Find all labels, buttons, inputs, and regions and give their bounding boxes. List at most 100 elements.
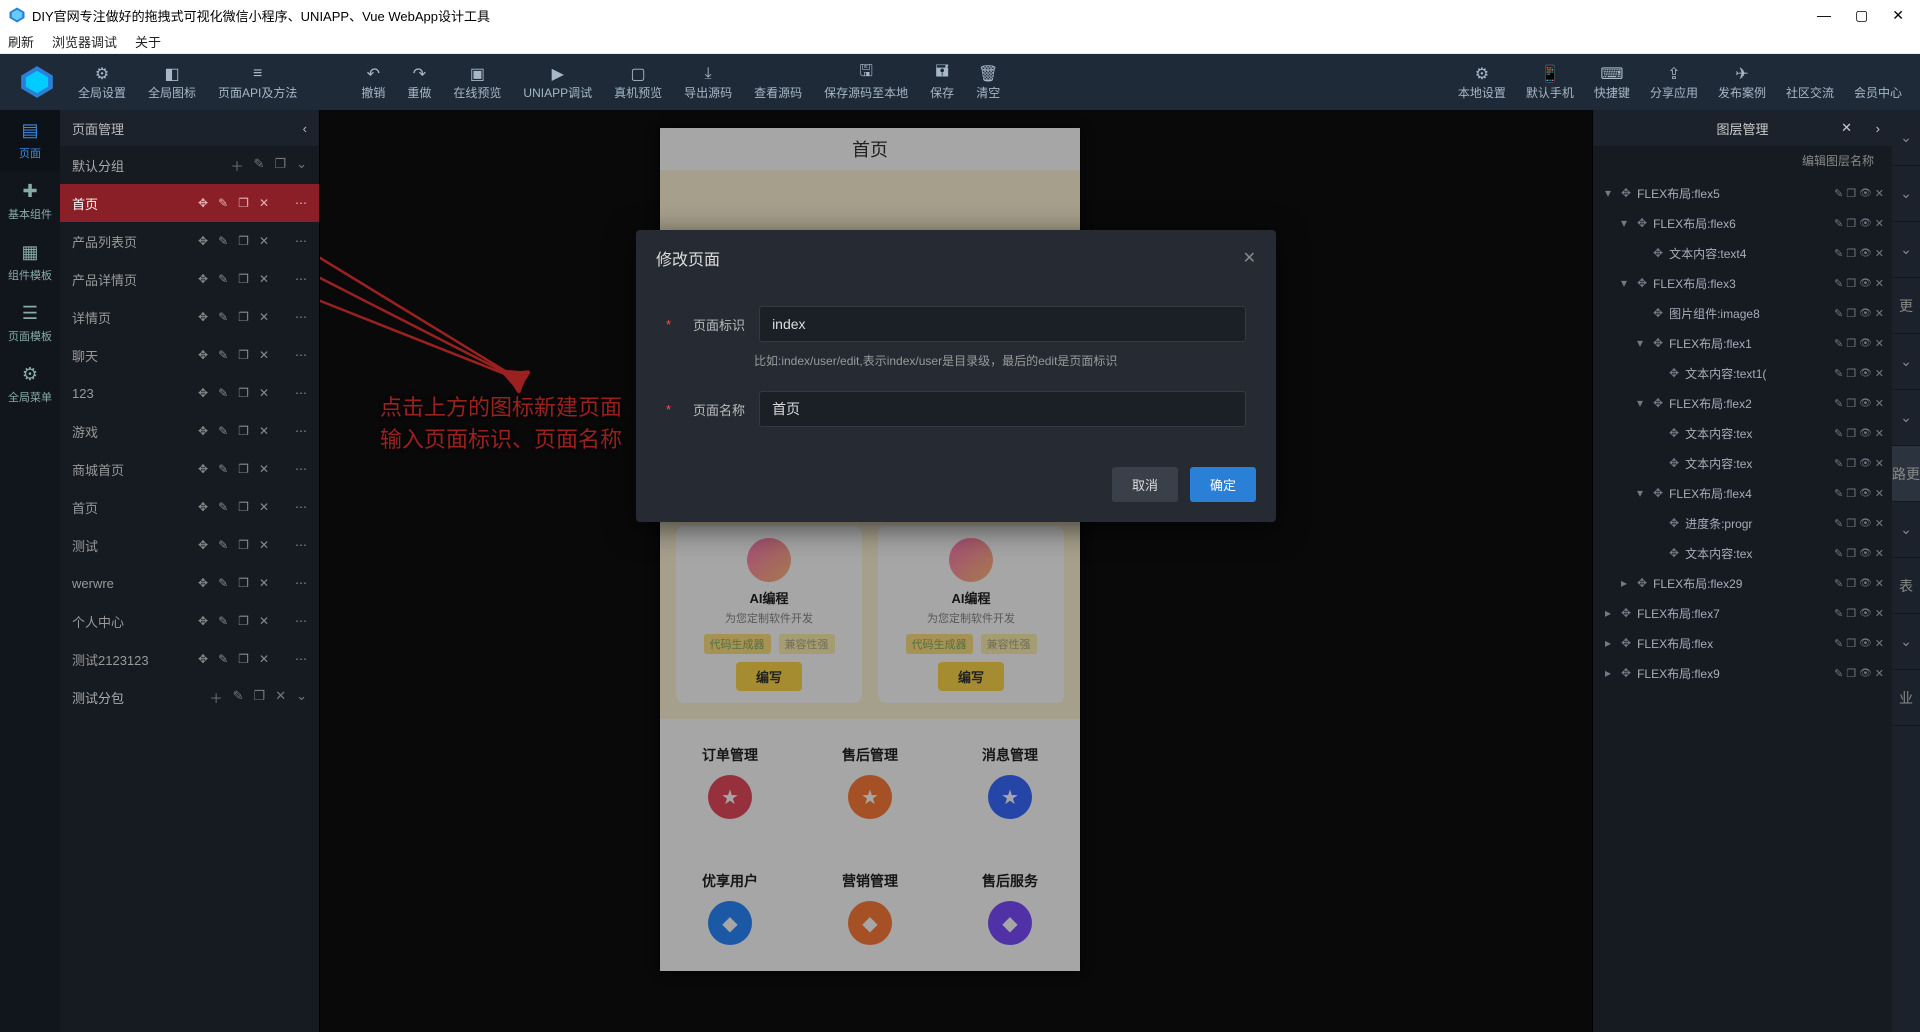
page-row[interactable]: 游戏 (60, 412, 319, 450)
panel-collapse-icon[interactable]: ‹ (303, 121, 307, 136)
layer-edit-icon[interactable] (1834, 307, 1843, 320)
toolbar-m8[interactable]: 🖬保存 (920, 60, 964, 105)
layer-move-icon[interactable] (1653, 336, 1663, 350)
layer-row[interactable]: ▾FLEX布局:flex3 (1593, 268, 1892, 298)
layer-delete-icon[interactable] (1875, 337, 1884, 350)
layer-copy-icon[interactable] (1846, 547, 1856, 560)
toolbar-r0[interactable]: ⚙本地设置 (1448, 60, 1516, 105)
toolbar-r6[interactable]: 会员中心 (1844, 60, 1912, 105)
layer-eye-icon[interactable] (1859, 577, 1872, 590)
page-row[interactable]: 产品详情页 (60, 260, 319, 298)
page-move-icon[interactable] (198, 652, 208, 666)
toolbar-m3[interactable]: ▶UNIAPP调试 (513, 60, 602, 105)
toolbar-l2[interactable]: ≡页面API及方法 (208, 60, 307, 105)
layer-eye-icon[interactable] (1859, 397, 1872, 410)
layer-edit-icon[interactable] (1834, 457, 1843, 470)
page-row[interactable]: werwre (60, 564, 319, 602)
toolbar-l1[interactable]: ◧全局图标 (138, 60, 206, 105)
group-add-icon[interactable] (231, 156, 244, 175)
layer-delete-icon[interactable] (1875, 667, 1884, 680)
layer-move-icon[interactable] (1669, 366, 1679, 380)
layer-row[interactable]: 文本内容:tex (1593, 448, 1892, 478)
page-move-icon[interactable] (198, 500, 208, 514)
layer-chevron-icon[interactable]: ▾ (1617, 276, 1631, 290)
layer-chevron-icon[interactable]: ▾ (1633, 486, 1647, 500)
rail-basic[interactable]: ✚基本组件 (0, 171, 60, 232)
layer-row[interactable]: 文本内容:text1( (1593, 358, 1892, 388)
page-row[interactable]: 商城首页 (60, 450, 319, 488)
page-more-icon[interactable] (295, 196, 307, 210)
edge-tab[interactable]: ⌄ (1892, 390, 1920, 446)
toolbar-m2[interactable]: ▣在线预览 (443, 60, 511, 105)
layer-move-icon[interactable] (1637, 276, 1647, 290)
layer-edit-icon[interactable] (1834, 337, 1843, 350)
edge-tab[interactable]: ⌄ (1892, 334, 1920, 390)
layer-row[interactable]: ▸FLEX布局:flex7 (1593, 598, 1892, 628)
edge-tab[interactable]: ⌄ (1892, 222, 1920, 278)
page-edit-icon[interactable] (218, 234, 228, 248)
page-group-header[interactable]: 测试分包 (60, 678, 319, 716)
page-more-icon[interactable] (295, 424, 307, 438)
page-edit-icon[interactable] (218, 386, 228, 400)
layer-row[interactable]: ▸FLEX布局:flex (1593, 628, 1892, 658)
page-edit-icon[interactable] (218, 196, 228, 210)
toolbar-m4[interactable]: ▢真机预览 (604, 60, 672, 105)
page-row[interactable]: 测试 (60, 526, 319, 564)
layer-copy-icon[interactable] (1846, 277, 1856, 290)
page-delete-icon[interactable] (259, 386, 269, 400)
edge-tab[interactable]: ⌄ (1892, 166, 1920, 222)
layer-eye-icon[interactable] (1859, 517, 1872, 530)
layer-row[interactable]: 进度条:progr (1593, 508, 1892, 538)
page-more-icon[interactable] (295, 538, 307, 552)
page-more-icon[interactable] (295, 310, 307, 324)
page-copy-icon[interactable] (238, 348, 249, 362)
layer-eye-icon[interactable] (1859, 277, 1872, 290)
edge-tab[interactable]: ⌄ (1892, 614, 1920, 670)
page-edit-icon[interactable] (218, 310, 228, 324)
page-delete-icon[interactable] (259, 614, 269, 628)
layer-move-icon[interactable] (1621, 606, 1631, 620)
layer-edit-icon[interactable] (1834, 637, 1843, 650)
layer-edit-icon[interactable] (1834, 667, 1843, 680)
edge-tab[interactable]: 业 (1892, 670, 1920, 726)
layer-delete-icon[interactable] (1875, 607, 1884, 620)
layer-move-icon[interactable] (1669, 456, 1679, 470)
ok-button[interactable]: 确定 (1190, 467, 1256, 502)
page-id-input[interactable] (759, 306, 1246, 342)
page-copy-icon[interactable] (238, 462, 249, 476)
layer-move-icon[interactable] (1653, 486, 1663, 500)
edge-tab[interactable]: 路更 (1892, 446, 1920, 502)
rail-ptpl[interactable]: ☰页面模板 (0, 293, 60, 354)
page-more-icon[interactable] (295, 614, 307, 628)
layer-move-icon[interactable] (1637, 576, 1647, 590)
page-copy-icon[interactable] (238, 652, 249, 666)
layer-row[interactable]: ▸FLEX布局:flex29 (1593, 568, 1892, 598)
layer-move-icon[interactable] (1669, 426, 1679, 440)
layer-row[interactable]: 文本内容:text4 (1593, 238, 1892, 268)
layer-chevron-icon[interactable]: ▸ (1601, 606, 1615, 620)
layer-row[interactable]: ▾FLEX布局:flex4 (1593, 478, 1892, 508)
layer-edit-icon[interactable] (1834, 217, 1843, 230)
layer-copy-icon[interactable] (1846, 367, 1856, 380)
layer-edit-icon[interactable] (1834, 487, 1843, 500)
page-row[interactable]: 首页 (60, 488, 319, 526)
layer-eye-icon[interactable] (1859, 637, 1872, 650)
page-copy-icon[interactable] (238, 196, 249, 210)
layer-row[interactable]: ▾FLEX布局:flex6 (1593, 208, 1892, 238)
rail-tpl[interactable]: ▦组件模板 (0, 232, 60, 293)
group-copy-icon[interactable] (254, 688, 266, 707)
panel-expand-icon[interactable]: › (1876, 121, 1880, 136)
layer-delete-icon[interactable] (1875, 217, 1884, 230)
toolbar-l0[interactable]: ⚙全局设置 (68, 60, 136, 105)
layer-edit-icon[interactable] (1834, 187, 1843, 200)
page-edit-icon[interactable] (218, 500, 228, 514)
layer-eye-icon[interactable] (1859, 427, 1872, 440)
page-edit-icon[interactable] (218, 462, 228, 476)
page-delete-icon[interactable] (259, 196, 269, 210)
page-move-icon[interactable] (198, 424, 208, 438)
layer-row[interactable]: ▾FLEX布局:flex5 (1593, 178, 1892, 208)
page-row[interactable]: 详情页 (60, 298, 319, 336)
page-more-icon[interactable] (295, 348, 307, 362)
layer-copy-icon[interactable] (1846, 577, 1856, 590)
layer-copy-icon[interactable] (1846, 487, 1856, 500)
